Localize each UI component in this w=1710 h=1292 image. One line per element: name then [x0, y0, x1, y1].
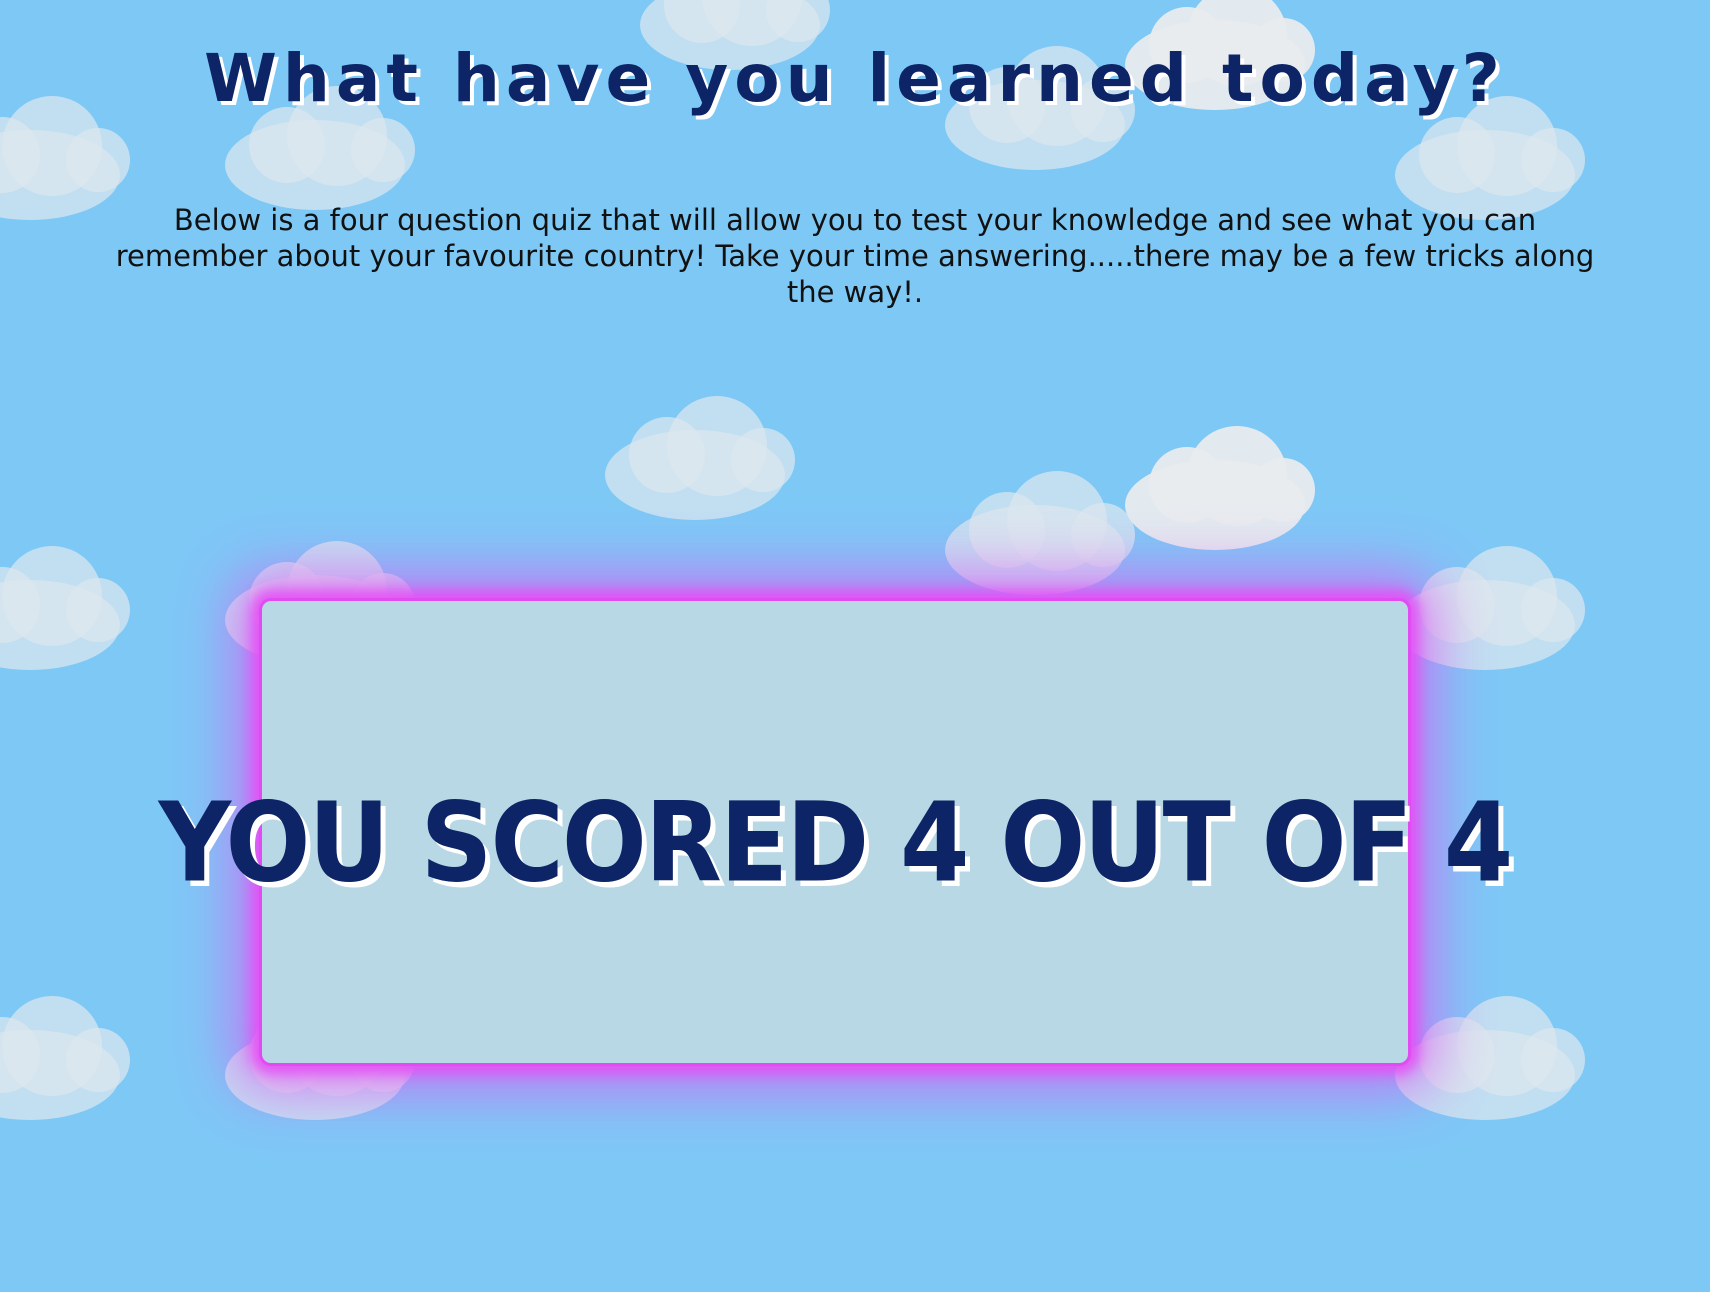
cloud-icon — [1395, 546, 1585, 670]
cloud-icon — [1125, 426, 1315, 550]
score-result-card: YOU SCORED 4 OUT OF 4 — [159, 598, 1513, 1066]
cloud-icon — [1395, 996, 1585, 1120]
cloud-icon — [605, 396, 795, 520]
score-text: YOU SCORED 4 OUT OF 4 — [158, 777, 1514, 907]
cloud-icon — [0, 546, 130, 670]
cloud-icon — [945, 471, 1135, 595]
page-title: What have you learned today? — [204, 40, 1506, 117]
quiz-intro-text: Below is a four question quiz that will … — [115, 203, 1595, 309]
cloud-icon — [0, 996, 130, 1120]
